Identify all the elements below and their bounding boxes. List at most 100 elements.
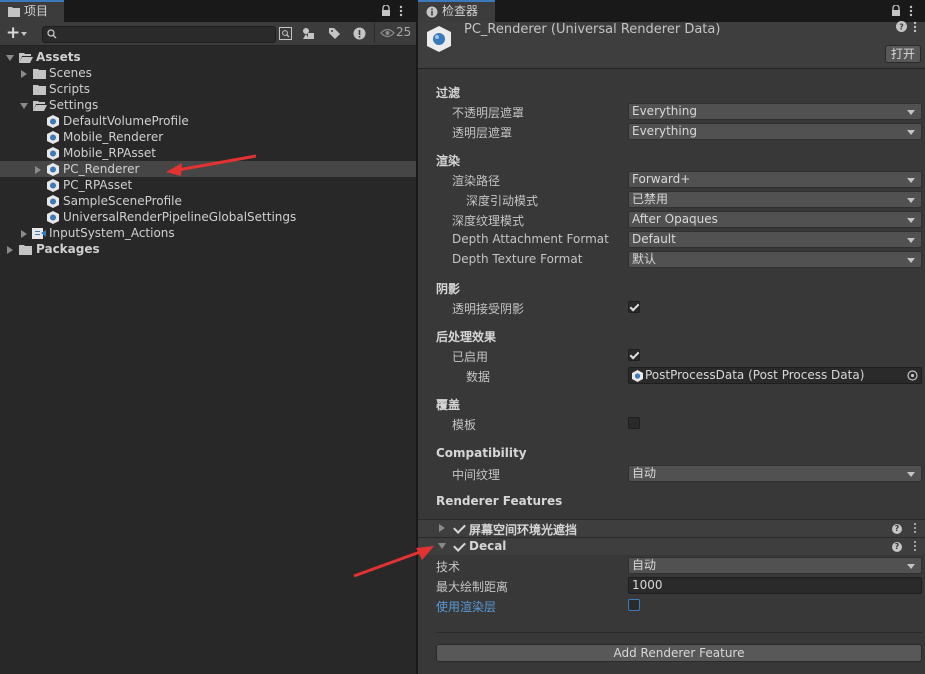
filter-by-type-icon[interactable] bbox=[302, 27, 315, 40]
expand-arrow[interactable] bbox=[21, 230, 27, 238]
hidden-count: 25 bbox=[396, 25, 412, 39]
intermediate-texture-dropdown[interactable]: 自动 bbox=[628, 465, 922, 482]
tree-item-assets[interactable]: Assets bbox=[0, 49, 416, 65]
tree-item-scripts[interactable]: Scripts bbox=[0, 81, 416, 97]
expand-arrow[interactable] bbox=[439, 524, 445, 532]
tab-project[interactable]: 项目 bbox=[0, 0, 64, 22]
dropdown-value: 默认 bbox=[632, 252, 657, 266]
tree-item-sample-scene-profile[interactable]: SampleSceneProfile bbox=[0, 193, 416, 209]
expand-arrow[interactable] bbox=[35, 166, 41, 174]
post-processing-data-field[interactable]: PostProcessData (Post Process Data) bbox=[628, 367, 922, 384]
kebab-menu-icon[interactable] bbox=[399, 5, 403, 17]
search-input[interactable] bbox=[42, 26, 276, 43]
opaque-layer-mask-label: 不透明层遮罩 bbox=[452, 106, 525, 120]
section-title-renderer-features: Renderer Features bbox=[436, 494, 563, 508]
rendering-path-dropdown[interactable]: Forward+ bbox=[628, 171, 922, 188]
inspector-panel: 检查器 PC_Renderer (Universal Renderer Data… bbox=[353, 0, 925, 674]
expand-arrow[interactable] bbox=[20, 103, 28, 109]
dropdown-value: Everything bbox=[632, 124, 697, 138]
eye-hidden-icon[interactable] bbox=[380, 28, 395, 38]
lock-icon[interactable] bbox=[891, 5, 901, 17]
object-picker-icon[interactable] bbox=[907, 370, 918, 381]
tree-item-label: Mobile_RPAsset bbox=[63, 146, 156, 160]
use-rendering-layers-checkbox[interactable] bbox=[628, 599, 640, 611]
expand-arrow[interactable] bbox=[7, 246, 13, 254]
folder-icon bbox=[19, 244, 32, 255]
asset-title: PC_Renderer (Universal Renderer Data) bbox=[464, 22, 721, 37]
depth-texture-mode-label: 深度纹理模式 bbox=[452, 214, 525, 228]
tree-item-packages[interactable]: Packages bbox=[0, 241, 416, 257]
transparent-receive-shadows-checkbox[interactable] bbox=[628, 301, 640, 313]
expand-arrow[interactable] bbox=[6, 55, 14, 61]
object-field-value: PostProcessData (Post Process Data) bbox=[645, 368, 865, 382]
depth-texture-format-dropdown[interactable]: 默认 bbox=[628, 251, 922, 268]
add-renderer-feature-button[interactable]: Add Renderer Feature bbox=[436, 644, 922, 662]
chevron-down-icon bbox=[907, 472, 915, 477]
renderer-asset-icon bbox=[427, 26, 451, 52]
help-icon[interactable]: ? bbox=[892, 524, 902, 534]
section-title-overrides: 覆盖 bbox=[436, 398, 461, 412]
tree-item-label: Settings bbox=[49, 98, 99, 112]
settings-icon[interactable] bbox=[913, 21, 917, 33]
chevron-down-icon bbox=[907, 564, 915, 569]
help-icon[interactable]: ? bbox=[896, 21, 907, 32]
depth-priming-label: 深度引动模式 bbox=[466, 194, 539, 208]
warning-filter-icon[interactable] bbox=[353, 27, 366, 40]
lock-icon[interactable] bbox=[381, 5, 391, 17]
feature-label: 屏幕空间环境光遮挡 bbox=[469, 523, 578, 537]
folder-open-icon bbox=[19, 52, 33, 63]
decal-technique-dropdown[interactable]: 自动 bbox=[628, 557, 922, 574]
section-title-filtering: 过滤 bbox=[436, 86, 461, 100]
open-button[interactable]: 打开 bbox=[885, 45, 921, 63]
transparent-layer-mask-dropdown[interactable]: Everything bbox=[628, 123, 922, 140]
dropdown-value: Default bbox=[632, 232, 676, 246]
rendering-path-label: 渲染路径 bbox=[452, 174, 501, 188]
inspector-tab-bar: 检查器 bbox=[418, 0, 925, 22]
annotation-arrow bbox=[353, 546, 434, 578]
depth-attachment-format-dropdown[interactable]: Default bbox=[628, 231, 922, 248]
expand-arrow[interactable] bbox=[21, 70, 27, 78]
folder-icon bbox=[33, 84, 46, 95]
tree-item-mobile-renderer[interactable]: Mobile_Renderer bbox=[0, 129, 416, 145]
post-processing-enabled-label: 已启用 bbox=[452, 350, 489, 364]
add-button[interactable]: + bbox=[6, 23, 20, 43]
annotation-arrow bbox=[166, 154, 257, 176]
post-processing-enabled-checkbox[interactable] bbox=[628, 349, 640, 361]
chevron-down-icon bbox=[907, 130, 915, 135]
search-by-type-icon[interactable] bbox=[279, 27, 292, 40]
scriptable-object-icon bbox=[47, 131, 59, 144]
inspector-header: PC_Renderer (Universal Renderer Data) ? … bbox=[418, 21, 925, 69]
tree-item-urp-global-settings[interactable]: UniversalRenderPipelineGlobalSettings bbox=[0, 209, 416, 225]
scriptable-object-icon bbox=[632, 370, 643, 382]
post-processing-data-label: 数据 bbox=[466, 370, 491, 384]
tree-item-settings[interactable]: Settings bbox=[0, 97, 416, 113]
opaque-layer-mask-dropdown[interactable]: Everything bbox=[628, 103, 922, 120]
feature-header-decal[interactable]: Decal ? bbox=[418, 537, 925, 555]
tree-item-label: PC_Renderer bbox=[63, 162, 140, 176]
feature-label: Decal bbox=[469, 539, 507, 553]
tree-item-label: Scripts bbox=[49, 82, 91, 96]
depth-texture-format-label: Depth Texture Format bbox=[452, 252, 583, 266]
chevron-down-icon[interactable] bbox=[21, 32, 27, 36]
tree-item-label: DefaultVolumeProfile bbox=[63, 114, 189, 128]
label-tag-icon[interactable] bbox=[328, 27, 341, 40]
kebab-menu-icon[interactable] bbox=[914, 541, 917, 553]
chevron-down-icon bbox=[907, 198, 915, 203]
tree-item-label: Scenes bbox=[49, 66, 92, 80]
kebab-menu-icon[interactable] bbox=[909, 5, 913, 17]
tree-item-input-system-actions[interactable]: InputSystem_Actions bbox=[0, 225, 416, 241]
stencil-checkbox[interactable] bbox=[628, 417, 640, 429]
max-draw-distance-field[interactable]: 1000 bbox=[628, 577, 922, 594]
feature-enabled-checkbox[interactable] bbox=[453, 539, 466, 552]
tree-item-default-volume-profile[interactable]: DefaultVolumeProfile bbox=[0, 113, 416, 129]
tab-inspector[interactable]: 检查器 bbox=[418, 0, 495, 22]
scriptable-object-icon bbox=[47, 195, 59, 208]
kebab-menu-icon[interactable] bbox=[914, 523, 917, 535]
feature-header-ssao[interactable]: 屏幕空间环境光遮挡 ? bbox=[418, 519, 925, 537]
folder-icon bbox=[33, 68, 46, 79]
help-icon[interactable]: ? bbox=[892, 542, 902, 552]
depth-priming-dropdown[interactable]: 已禁用 bbox=[628, 191, 922, 208]
depth-texture-mode-dropdown[interactable]: After Opaques bbox=[628, 211, 922, 228]
tree-item-scenes[interactable]: Scenes bbox=[0, 65, 416, 81]
feature-enabled-checkbox[interactable] bbox=[453, 521, 466, 534]
